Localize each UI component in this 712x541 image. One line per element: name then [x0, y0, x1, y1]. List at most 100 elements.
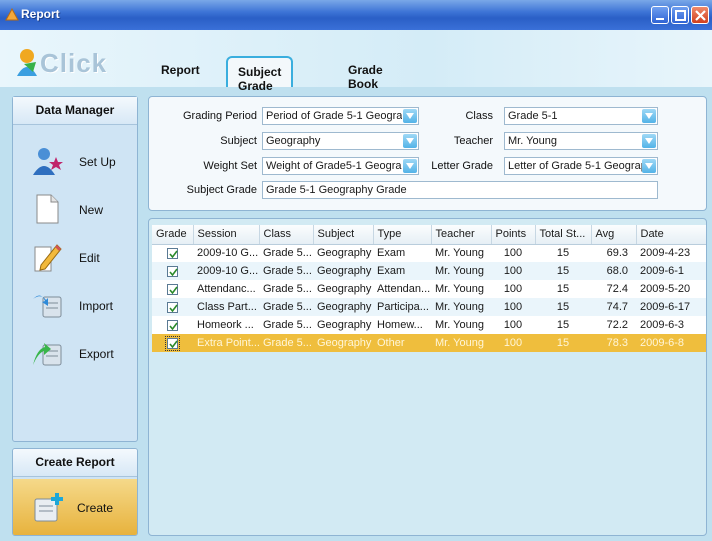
export-label: Export	[79, 347, 114, 361]
table-row-selected[interactable]: Extra Point... Grade 5... Geography Othe…	[152, 334, 706, 352]
tab-grade-book[interactable]: Grade Book	[348, 63, 383, 91]
app-header: Click Report Subject Grade Grade Book	[0, 30, 712, 93]
column-header-date[interactable]: Date	[636, 225, 706, 245]
create-report-icon	[34, 493, 63, 522]
column-header-points[interactable]: Points	[491, 225, 536, 245]
create-label: Create	[77, 501, 114, 515]
edit-button[interactable]: Edit	[13, 237, 137, 277]
grade-checkbox[interactable]	[167, 247, 178, 259]
column-header-class[interactable]: Class	[259, 225, 314, 245]
subject-grade-label: Subject Grade	[186, 184, 257, 196]
letter-grade-select[interactable]: Letter of Grade 5-1 Geograp	[504, 157, 658, 175]
subject-grade-field[interactable]: Grade 5-1 Geography Grade	[262, 181, 658, 199]
subject-cell: Geography	[313, 298, 373, 316]
chevron-down-icon	[403, 159, 417, 173]
weight-set-select[interactable]: Weight of Grade5-1 Geogra	[262, 157, 419, 175]
setup-button[interactable]: Set Up	[13, 141, 137, 181]
grade-checkbox[interactable]	[167, 319, 178, 331]
table-header-row: Grade Session Class Subject Type Teacher…	[152, 225, 706, 245]
title-bar: Report	[0, 0, 712, 30]
type-cell: Attendan...	[373, 280, 431, 298]
total-students-cell: 15	[535, 298, 591, 316]
import-button[interactable]: Import	[13, 285, 137, 325]
points-cell: 100	[491, 316, 535, 334]
date-cell: 2009-6-3	[636, 316, 706, 334]
points-cell: 100	[491, 334, 535, 352]
weight-set-value: Weight of Grade5-1 Geogra	[266, 160, 402, 172]
edit-label: Edit	[79, 251, 100, 265]
letter-grade-label: Letter Grade	[431, 160, 493, 172]
chevron-down-icon	[642, 159, 656, 173]
date-cell: 2009-6-8	[636, 334, 706, 352]
total-students-cell: 15	[535, 316, 591, 334]
data-manager-title: Data Manager	[13, 97, 137, 125]
weight-set-label: Weight Set	[203, 160, 257, 172]
tab-report[interactable]: Report	[161, 63, 200, 77]
minimize-icon	[656, 18, 664, 20]
checkmark-icon	[169, 304, 178, 312]
new-button[interactable]: New	[13, 189, 137, 229]
letter-grade-value: Letter of Grade 5-1 Geograp	[508, 160, 642, 172]
points-cell: 100	[491, 298, 535, 316]
table-row[interactable]: Attendanc... Grade 5... Geography Attend…	[152, 280, 706, 298]
subject-select[interactable]: Geography	[262, 132, 419, 150]
tab-subject-grade[interactable]: Subject Grade	[226, 56, 294, 93]
grade-checkbox[interactable]	[167, 283, 178, 295]
grade-checkbox[interactable]	[165, 335, 180, 351]
column-header-session[interactable]: Session	[193, 225, 260, 245]
teacher-cell: Mr. Young	[431, 262, 491, 280]
grading-period-select[interactable]: Period of Grade 5-1 Geogra	[262, 107, 419, 125]
grade-checkbox[interactable]	[167, 301, 178, 313]
checkmark-icon	[169, 268, 178, 276]
grade-cell	[152, 280, 193, 298]
subject-cell: Geography	[313, 316, 373, 334]
total-students-cell: 15	[535, 244, 591, 262]
checkmark-icon	[169, 250, 178, 259]
teacher-value: Mr. Young	[508, 135, 557, 147]
total-students-cell: 15	[535, 334, 591, 352]
class-cell: Grade 5...	[259, 244, 313, 262]
class-cell: Grade 5...	[259, 316, 313, 334]
teacher-cell: Mr. Young	[431, 244, 491, 262]
grade-cell	[152, 262, 193, 280]
total-students-cell: 15	[535, 262, 591, 280]
window-title: Report	[21, 7, 60, 21]
type-cell: Participa...	[373, 298, 431, 316]
app-logo: Click	[14, 48, 140, 82]
chevron-down-icon	[642, 134, 656, 148]
checkmark-icon	[169, 340, 178, 348]
close-button[interactable]	[691, 6, 709, 24]
grades-table-panel: Grade Session Class Subject Type Teacher…	[148, 218, 707, 536]
points-cell: 100	[491, 280, 535, 298]
subject-value: Geography	[266, 135, 321, 147]
column-header-avg[interactable]: Avg	[591, 225, 637, 245]
subject-label: Subject	[220, 135, 257, 147]
table-row[interactable]: 2009-10 G... Grade 5... Geography Exam M…	[152, 262, 706, 280]
date-cell: 2009-4-23	[636, 244, 706, 262]
table-row[interactable]: Class Part... Grade 5... Geography Parti…	[152, 298, 706, 316]
table-row[interactable]: 2009-10 G... Grade 5... Geography Exam M…	[152, 244, 706, 262]
column-header-teacher[interactable]: Teacher	[431, 225, 492, 245]
chevron-down-icon	[403, 109, 417, 123]
column-header-grade[interactable]: Grade	[152, 225, 194, 245]
column-header-type[interactable]: Type	[373, 225, 432, 245]
class-select[interactable]: Grade 5-1	[504, 107, 658, 125]
table-row[interactable]: Homeork ... Grade 5... Geography Homew..…	[152, 316, 706, 334]
data-manager-panel: Data Manager Set Up New Edit Import Expo…	[12, 96, 138, 442]
maximize-button[interactable]	[671, 6, 689, 24]
grade-checkbox[interactable]	[167, 265, 178, 277]
subject-cell: Geography	[313, 262, 373, 280]
filter-form: Grading Period Period of Grade 5-1 Geogr…	[148, 96, 707, 211]
column-header-subject[interactable]: Subject	[313, 225, 374, 245]
teacher-select[interactable]: Mr. Young	[504, 132, 658, 150]
minimize-button[interactable]	[651, 6, 669, 24]
export-button[interactable]: Export	[13, 333, 137, 373]
session-cell: Extra Point...	[193, 334, 259, 352]
column-header-total-students[interactable]: Total St...	[535, 225, 592, 245]
teacher-cell: Mr. Young	[431, 316, 491, 334]
import-icon	[33, 295, 62, 318]
create-button[interactable]: Create	[13, 479, 137, 535]
date-cell: 2009-5-20	[636, 280, 706, 298]
new-label: New	[79, 203, 104, 217]
session-cell: Class Part...	[193, 298, 259, 316]
